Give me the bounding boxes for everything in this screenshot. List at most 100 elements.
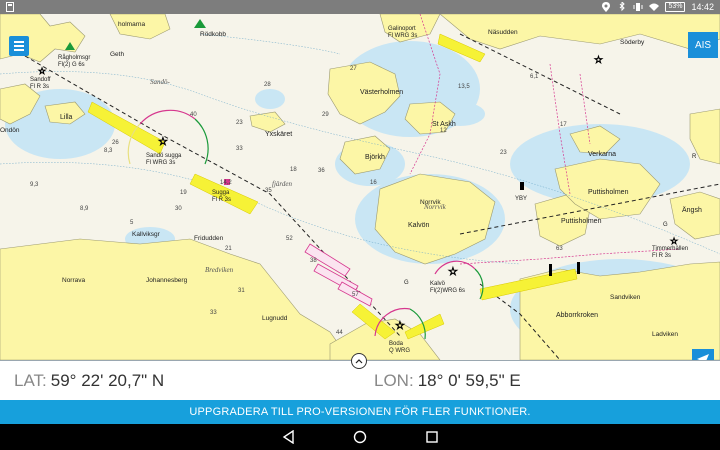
depth-sounding: 6,1: [530, 74, 539, 80]
locate-button[interactable]: [692, 349, 714, 360]
chart-canvas[interactable]: ☆ ☆ ☆ ☆ ☆ ☆ VästerholmenSt AskhBjörkhKal…: [0, 14, 720, 360]
menu-icon-bar: [14, 41, 24, 43]
place-label: Ladviken: [652, 331, 678, 338]
depth-sounding: 33: [210, 310, 217, 316]
light-name: Kalvö: [430, 281, 446, 287]
depth-sounding: 38: [310, 258, 317, 264]
place-label: Lugnudd: [262, 315, 288, 322]
depth-sounding: 36: [318, 168, 325, 174]
light-characteristic: Q WRG: [389, 348, 410, 354]
svg-text:☆: ☆: [448, 265, 458, 278]
place-label: Sandviken: [610, 294, 641, 301]
island-label: Yxskäret: [265, 131, 292, 138]
light-characteristic: Fl(2) G 6s: [58, 62, 85, 68]
water-name-label: fjärden: [272, 180, 292, 188]
traffic-arrows: [304, 243, 373, 307]
depth-sounding: 26: [112, 140, 119, 146]
vibrate-icon: [633, 3, 643, 11]
water-name-label: Norrvik: [423, 203, 447, 211]
depth-sounding: 9,3: [30, 182, 39, 188]
place-label: Kallviksgr: [132, 231, 161, 238]
light-name: Boda: [389, 341, 404, 347]
menu-icon-bar: [14, 49, 24, 51]
svg-text:☆: ☆: [594, 55, 603, 66]
depth-sounding: 16: [370, 180, 377, 186]
menu-icon-bar: [14, 45, 24, 47]
depth-sounding: 57: [352, 292, 359, 298]
light-characteristic: Fl WRG 3s: [388, 33, 417, 39]
latitude-label: LAT:: [14, 371, 47, 390]
island-label: Ängsh: [682, 206, 702, 214]
island-label: Västerholmen: [360, 89, 403, 96]
depth-sounding: 21: [225, 246, 232, 252]
nautical-chart[interactable]: ☆ ☆ ☆ ☆ ☆ ☆ Västerholmen St Askh Björkh Kal…: [0, 14, 720, 360]
longitude-value: 18° 0' 59,5" E: [417, 371, 521, 390]
longitude-label: LON:: [374, 371, 414, 390]
depth-sounding: 5: [130, 220, 134, 226]
expand-panel-button[interactable]: [351, 353, 367, 369]
depth-sounding: 35: [265, 188, 272, 194]
depth-sounding: 12: [440, 128, 447, 134]
depth-sounding: 17: [560, 122, 567, 128]
svg-text:☆: ☆: [158, 135, 168, 148]
battery-percent: 53%: [665, 2, 686, 12]
island-label: Abborrkroken: [556, 312, 598, 319]
buoy-label: R: [692, 154, 697, 160]
depth-sounding: 30: [175, 206, 182, 212]
light-characteristic: Fl R 3s: [212, 197, 231, 203]
status-icons: 53% 14:42: [601, 0, 714, 14]
bluetooth-icon: [620, 2, 626, 12]
svg-text:☆: ☆: [38, 67, 46, 77]
depth-sounding: 18: [290, 167, 297, 173]
island-label: Lilla: [60, 114, 73, 121]
light-characteristic: Fl R 3s: [30, 84, 49, 90]
depth-sounding: 33: [236, 146, 243, 152]
back-icon[interactable]: [282, 430, 296, 444]
buoy-label: G: [663, 222, 668, 228]
recent-apps-icon[interactable]: [425, 430, 439, 444]
location-icon: [602, 2, 611, 12]
place-label: Ondön: [0, 127, 20, 134]
depth-sounding: 40: [190, 112, 197, 118]
depth-sounding: 23: [500, 150, 507, 156]
depth-sounding: 13,5: [458, 84, 470, 90]
place-label: Fridudden: [194, 235, 224, 242]
place-label: Näsudden: [488, 29, 518, 36]
clock: 14:42: [691, 2, 714, 12]
island-label: Puttisholmen: [588, 189, 629, 196]
light-characteristic: Fl(2)WRG 6s: [430, 288, 465, 294]
depth-sounding: 52: [286, 236, 293, 242]
depth-sounding: 19: [180, 190, 187, 196]
island-label: Kalvön: [408, 222, 430, 229]
island-label: Björkh: [365, 154, 385, 161]
menu-button[interactable]: [9, 36, 29, 56]
light-name: Sandö sugga: [146, 153, 182, 159]
depth-sounding: 8,3: [104, 148, 113, 154]
depth-sounding: 27: [350, 66, 357, 72]
place-label: holmarna: [118, 21, 145, 28]
buoy-label: YBY: [515, 196, 527, 202]
svg-text:☆: ☆: [395, 319, 405, 332]
depth-sounding: 31: [238, 288, 245, 294]
longitude-readout: LON: 18° 0' 59,5" E: [374, 371, 521, 391]
upgrade-banner[interactable]: UPPGRADERA TILL PRO-VERSIONEN FÖR FLER F…: [0, 400, 720, 424]
depth-sounding: 63: [556, 246, 563, 252]
place-label: Rödkobb: [200, 31, 226, 38]
wifi-icon: [649, 3, 660, 11]
status-bar: 53% 14:42: [0, 0, 720, 14]
place-label: Norrava: [62, 277, 86, 284]
water-name-label: Sandö-: [150, 78, 171, 86]
depth-sounding: 23: [236, 120, 243, 126]
island-label: St Askh: [432, 121, 456, 128]
ais-button[interactable]: AIS: [688, 32, 718, 58]
place-label: Geth: [110, 51, 124, 58]
latitude-value: 59° 22' 20,7" N: [50, 371, 165, 390]
island-label: Puttisholmen: [561, 218, 602, 225]
home-icon[interactable]: [353, 430, 367, 444]
buoy-label: G: [404, 280, 409, 286]
water-name-label: Bredviken: [205, 266, 234, 274]
coordinate-panel: LAT: 59° 22' 20,7" N LON: 18° 0' 59,5" E: [0, 353, 720, 400]
depth-sounding: 44: [336, 330, 343, 336]
light-name: Sandoff: [30, 77, 51, 83]
chevron-up-icon: [355, 359, 363, 364]
